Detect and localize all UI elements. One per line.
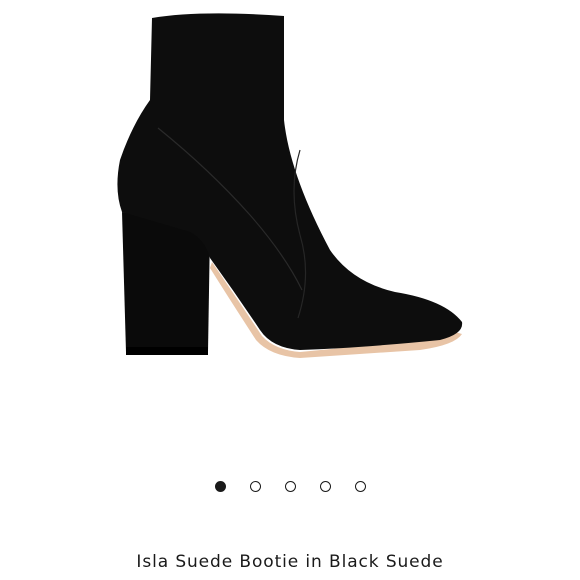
carousel-dot-1[interactable] <box>214 480 226 492</box>
heel-tip <box>126 347 208 355</box>
product-image[interactable] <box>0 0 580 450</box>
carousel-dot-5[interactable] <box>354 480 366 492</box>
product-title: Isla Suede Bootie in Black Suede <box>136 552 444 572</box>
image-carousel-dots <box>0 478 580 494</box>
carousel-dot-2[interactable] <box>249 480 261 492</box>
boot-illustration <box>117 13 463 358</box>
carousel-dot-3[interactable] <box>284 480 296 492</box>
carousel-dot-4[interactable] <box>319 480 331 492</box>
